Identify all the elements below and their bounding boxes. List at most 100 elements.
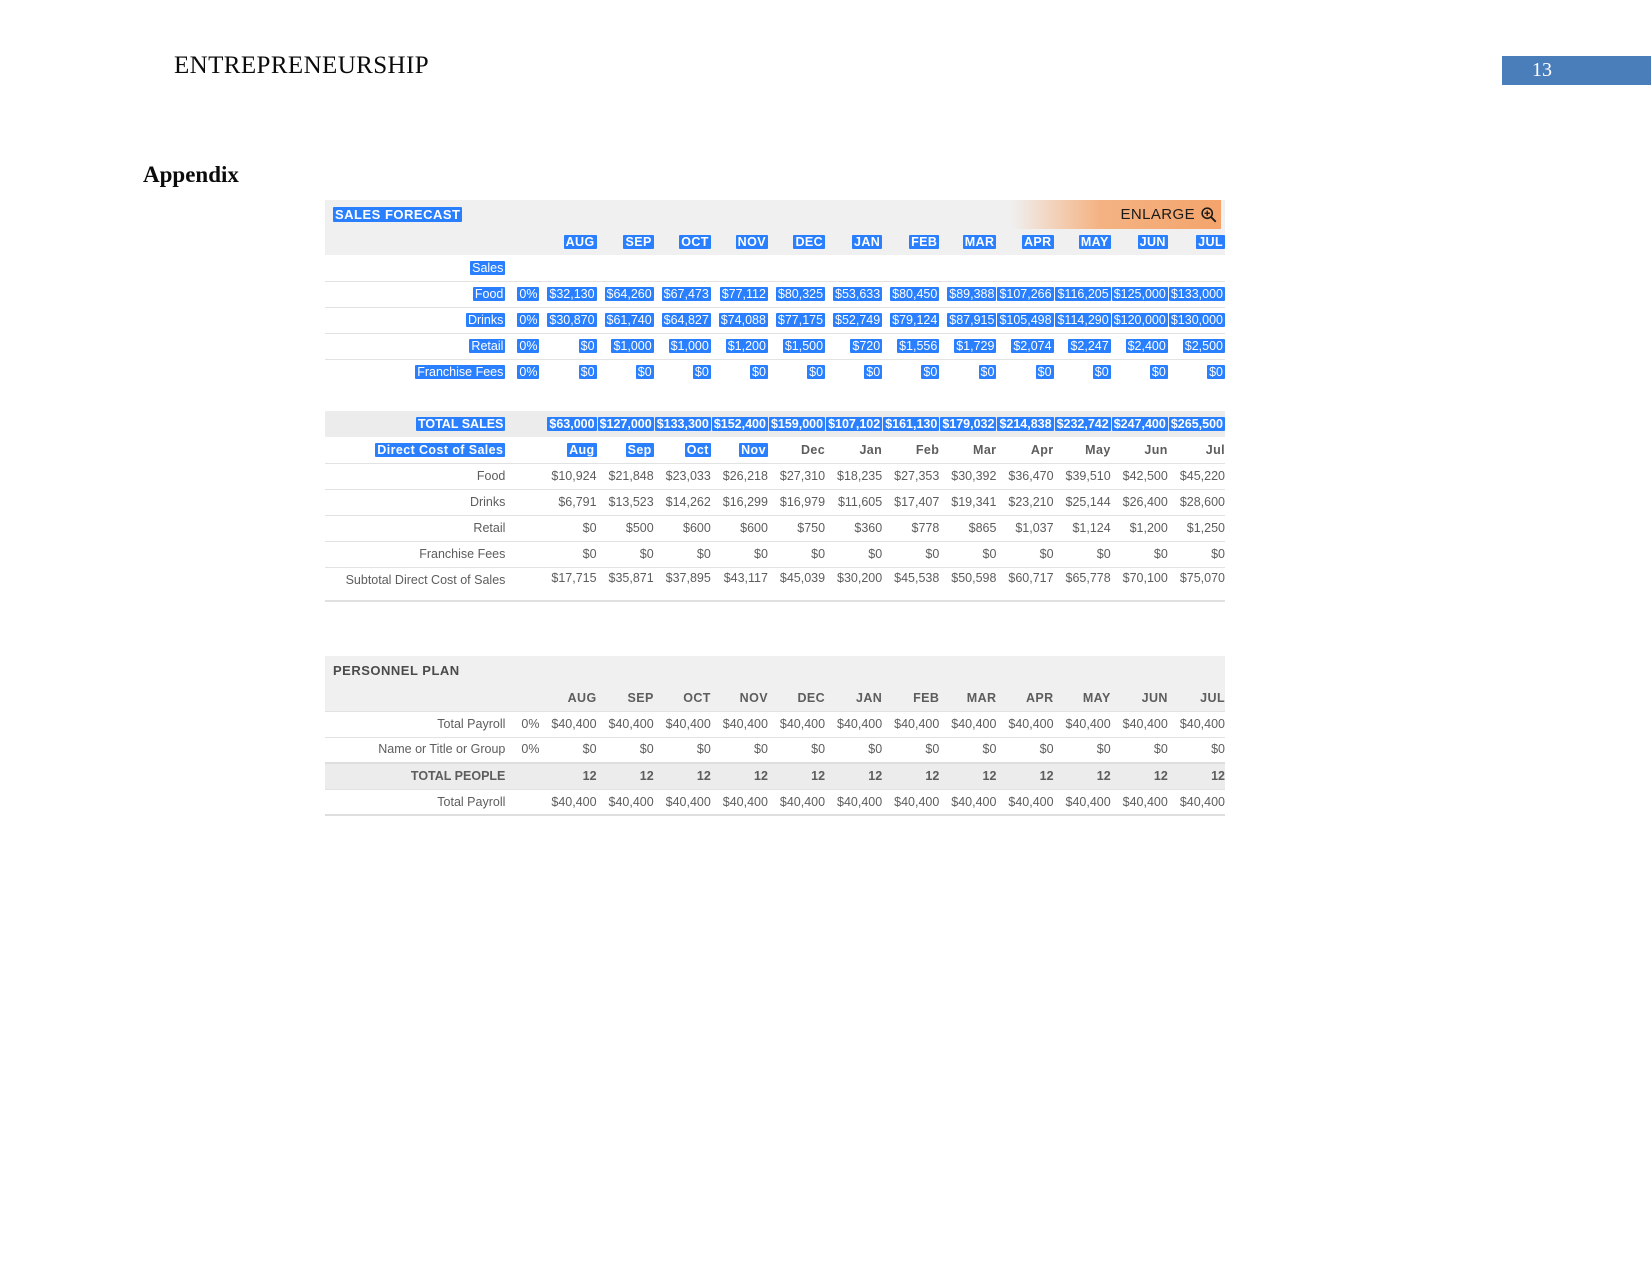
cell: $720: [850, 339, 883, 353]
cell: $40,400: [1122, 794, 1168, 809]
personnel-plan-title: PERSONNEL PLAN: [333, 663, 460, 678]
cell: $0: [868, 741, 883, 756]
cell: $45,220: [1179, 469, 1225, 483]
cell: $75,070: [1179, 570, 1225, 585]
cell: $40,400: [608, 717, 654, 731]
cell: 12: [696, 769, 711, 784]
enlarge-button[interactable]: ENLARGE: [1010, 200, 1221, 229]
cell: $79,124: [890, 313, 940, 327]
row-growth-drinks: 0%: [517, 313, 540, 327]
cell: $1,000: [611, 339, 654, 353]
cell: $63,000: [547, 417, 597, 431]
row-label-retail: Retail: [469, 339, 506, 353]
sales-forecast-titlebar: SALES FORECAST ENLARGE: [325, 200, 1225, 229]
cell: 12: [811, 769, 826, 784]
cell: $0: [1039, 741, 1054, 756]
cell: $40,400: [837, 794, 883, 809]
dc-row-label-franchise-fees: Franchise Fees: [419, 547, 506, 561]
month-head-apr: APR: [996, 229, 1054, 255]
cell: $40,400: [1008, 794, 1054, 809]
table-row: Franchise Fees 0% $0 $0 $0 $0 $0 $0 $0 $…: [325, 359, 1225, 385]
sales-forecast-widget: SALES FORECAST ENLARGE AUG SEP OCT NOV D…: [325, 200, 1225, 602]
table-row: Food 0% $32,130 $64,260 $67,473 $77,112 …: [325, 281, 1225, 307]
dc-month-mar: Mar: [973, 442, 997, 457]
cell: $0: [982, 741, 997, 756]
cell: $0: [1096, 741, 1111, 756]
cell: $40,400: [1179, 717, 1225, 731]
month-head-sep: SEP: [596, 229, 654, 255]
cell: $50,598: [951, 570, 997, 585]
cell: $2,074: [1011, 339, 1054, 353]
month-head-mar: MAR: [939, 229, 997, 255]
cell: 12: [982, 769, 997, 784]
table-row: Total Payroll 0% $40,400 $40,400 $40,400…: [325, 711, 1225, 737]
cell: $0: [578, 339, 597, 353]
cell: $0: [978, 365, 997, 380]
cell: $0: [921, 365, 940, 380]
month-head-jan: JAN: [825, 229, 883, 255]
cell: $107,266: [997, 287, 1054, 301]
cell: $40,400: [894, 794, 940, 809]
cell: $0: [1096, 547, 1111, 561]
cell: [505, 763, 539, 789]
cell: $133,300: [654, 417, 711, 431]
cell: $265,500: [1168, 417, 1225, 431]
cell: $40,400: [1065, 794, 1111, 809]
cell: $23,210: [1008, 495, 1054, 509]
cell: $37,895: [665, 570, 711, 585]
cell: $116,205: [1055, 287, 1111, 301]
cell: $2,500: [1182, 339, 1225, 353]
total-payroll-row: Total Payroll $40,400 $40,400 $40,400 $4…: [325, 789, 1225, 815]
cell: $0: [925, 547, 940, 561]
cell: $43,117: [723, 570, 768, 585]
cell: $0: [811, 741, 826, 756]
month-head-nov: NOV: [710, 229, 768, 255]
row-growth-food: 0%: [517, 287, 540, 301]
cell: $40,400: [722, 794, 768, 809]
cell: $0: [1153, 547, 1168, 561]
cell: $11,605: [837, 495, 883, 509]
document-page: ENTREPRENEURSHIP 13 Appendix SALES FOREC…: [0, 0, 1651, 1275]
pp-month-sep: SEP: [596, 685, 654, 711]
cell: $40,400: [951, 794, 997, 809]
cell: $0: [639, 741, 654, 756]
cell: $26,400: [1122, 495, 1168, 509]
dc-month-aug: Aug: [567, 442, 597, 457]
cell: $114,290: [1055, 313, 1111, 327]
cell: $89,388: [947, 287, 997, 301]
cell: $40,400: [894, 717, 940, 731]
cell: $1,556: [897, 339, 940, 353]
pp-month-oct: OCT: [653, 685, 711, 711]
pp-month-feb: FEB: [882, 685, 940, 711]
row-growth-retail: 0%: [517, 339, 540, 353]
direct-cost-label: Direct Cost of Sales: [375, 442, 506, 457]
sales-month-header-row: AUG SEP OCT NOV DEC JAN FEB MAR APR MAY …: [325, 229, 1225, 255]
personnel-plan-titlebar: PERSONNEL PLAN: [325, 656, 1225, 685]
cell: 12: [1096, 769, 1111, 784]
cell: $0: [811, 547, 826, 561]
cell: $25,144: [1065, 495, 1111, 509]
cell: $27,353: [894, 469, 940, 483]
dc-month-jan: Jan: [859, 442, 883, 457]
subtotal-direct-cost-row: Subtotal Direct Cost of Sales $17,715 $3…: [325, 567, 1225, 593]
cell: $1,000: [668, 339, 711, 353]
cell: $74,088: [718, 313, 768, 327]
pp-month-mar: MAR: [939, 685, 997, 711]
cell: $865: [968, 521, 997, 535]
cell: $32,130: [547, 287, 597, 301]
total-payroll-label: Total Payroll: [437, 794, 506, 809]
cell: [505, 463, 539, 489]
cell: $0: [635, 365, 654, 380]
cell: $70,100: [1122, 570, 1168, 585]
table-row: Drinks 0% $30,870 $61,740 $64,827 $74,08…: [325, 307, 1225, 333]
cell: $1,729: [954, 339, 997, 353]
cell: $40,400: [951, 717, 997, 731]
cell: $127,000: [597, 417, 654, 431]
cell: 12: [1153, 769, 1168, 784]
pp-month-jun: JUN: [1110, 685, 1168, 711]
cell: $16,979: [779, 495, 826, 509]
magnifier-plus-icon: [1201, 207, 1217, 223]
cell: $65,778: [1065, 570, 1111, 585]
cell: $105,498: [997, 313, 1054, 327]
month-head-oct: OCT: [653, 229, 711, 255]
